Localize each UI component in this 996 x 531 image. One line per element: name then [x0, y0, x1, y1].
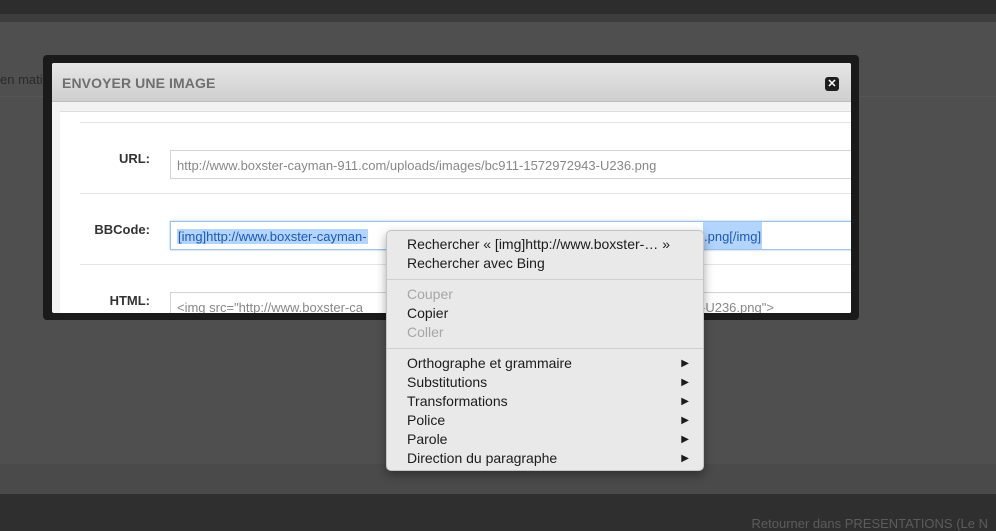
submenu-arrow-icon: ▶ — [681, 415, 689, 426]
bbcode-value-end: .png[/img] — [703, 222, 763, 249]
row-divider — [80, 193, 851, 194]
menu-item-label: Transformations — [407, 393, 508, 409]
menu-item-label: Police — [407, 412, 446, 428]
submenu-arrow-icon: ▶ — [681, 377, 689, 388]
submenu-arrow-icon: ▶ — [681, 434, 689, 445]
menu-item-spelling-grammar[interactable]: Orthographe et grammaire ▶ — [407, 354, 697, 373]
menu-separator — [387, 348, 703, 349]
menu-item-font[interactable]: Police ▶ — [407, 411, 697, 430]
url-value: http://www.boxster-cayman-911.com/upload… — [177, 158, 657, 173]
menu-item-copy[interactable]: Copier — [407, 304, 697, 323]
return-link[interactable]: Retourner dans PRESENTATIONS (Le N — [752, 516, 989, 531]
top-bar — [0, 0, 996, 14]
menu-item-substitutions[interactable]: Substitutions ▶ — [407, 373, 697, 392]
submenu-arrow-icon: ▶ — [681, 396, 689, 407]
bbcode-label: BBCode: — [94, 222, 150, 237]
modal-title: ENVOYER UNE IMAGE — [62, 75, 216, 91]
bbcode-value: [img]http://www.boxster-cayman- — [177, 229, 368, 244]
menu-item-search-bing[interactable]: Rechercher avec Bing — [407, 254, 697, 273]
menu-item-label: Parole — [407, 431, 448, 447]
html-label: HTML: — [109, 293, 150, 308]
menu-item-paragraph-direction[interactable]: Direction du paragraphe ▶ — [407, 449, 697, 468]
modal-header: ENVOYER UNE IMAGE ✕ — [52, 63, 851, 102]
url-field[interactable]: http://www.boxster-cayman-911.com/upload… — [170, 150, 851, 179]
menu-item-paste[interactable]: Coller — [407, 323, 697, 342]
menu-item-cut[interactable]: Couper — [407, 285, 697, 304]
submenu-arrow-icon: ▶ — [681, 453, 689, 464]
menu-separator — [387, 279, 703, 280]
close-icon[interactable]: ✕ — [825, 77, 839, 91]
html-value: <img src="http://www.boxster-ca — [177, 300, 363, 313]
context-menu: Rechercher « [img]http://www.boxster-… »… — [386, 230, 704, 471]
menu-item-label: Orthographe et grammaire — [407, 355, 572, 371]
menu-item-label: Substitutions — [407, 374, 488, 390]
top-subbar — [0, 14, 996, 22]
submenu-arrow-icon: ▶ — [681, 358, 689, 369]
menu-item-search-selection[interactable]: Rechercher « [img]http://www.boxster-… » — [407, 235, 697, 254]
menu-item-transformations[interactable]: Transformations ▶ — [407, 392, 697, 411]
row-divider — [80, 122, 851, 123]
menu-item-label: Direction du paragraphe — [407, 450, 558, 466]
html-value-end: -U236.png"> — [701, 300, 774, 313]
menu-item-speech[interactable]: Parole ▶ — [407, 430, 697, 449]
url-label: URL: — [118, 151, 150, 166]
